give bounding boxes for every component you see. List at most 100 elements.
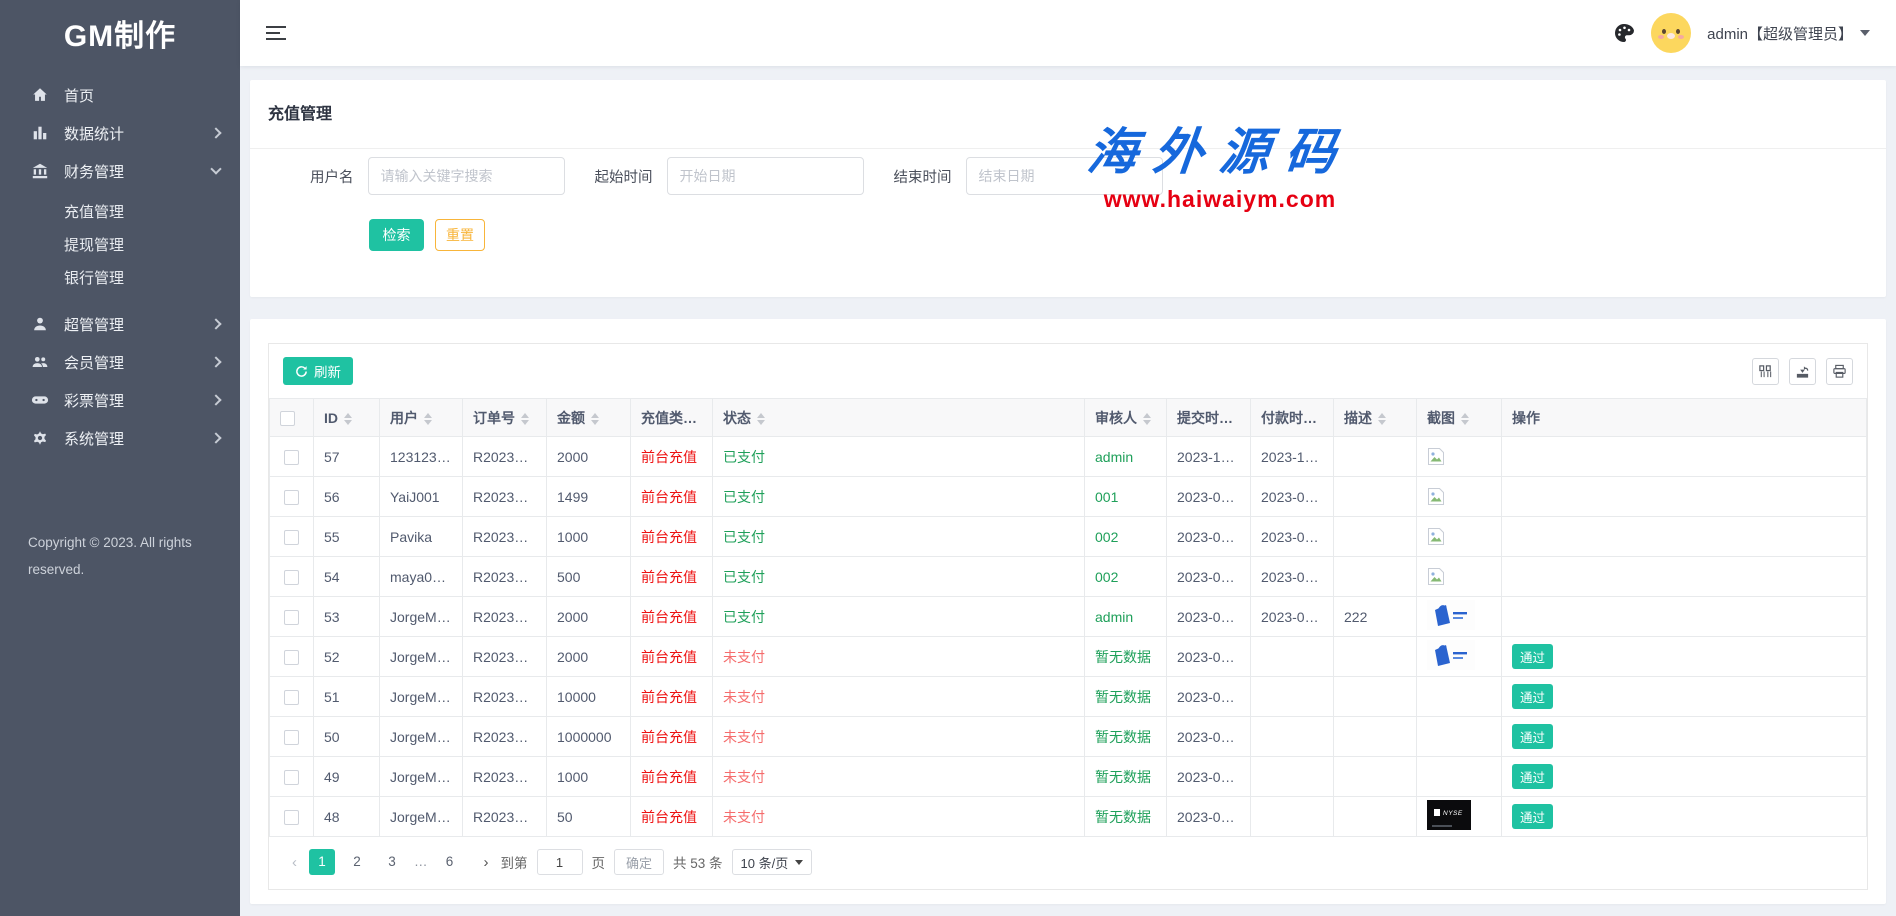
type-cell: 前台充值 [631, 557, 713, 597]
reset-button[interactable]: 重置 [435, 219, 485, 251]
desc-cell [1334, 717, 1417, 757]
auditor-cell: 暂无数据 [1085, 677, 1167, 717]
row-checkbox[interactable] [284, 770, 299, 785]
submit-time-cell: 2023-06-24 2... [1167, 797, 1251, 837]
export-button[interactable] [1789, 358, 1816, 385]
pay-time-cell: 2023-06-29 2... [1251, 517, 1334, 557]
username-input[interactable] [368, 157, 565, 195]
next-page-button[interactable]: › [481, 854, 492, 871]
sort-icon[interactable] [344, 413, 352, 425]
screenshot-thumbnail[interactable]: NYSE [1427, 800, 1471, 830]
search-button[interactable]: 检索 [369, 219, 424, 251]
goto-label: 到第 [501, 852, 528, 872]
column-header[interactable]: 描述 [1334, 399, 1417, 437]
column-header[interactable]: 状态 [713, 399, 1085, 437]
goto-confirm-button[interactable]: 确定 [614, 849, 664, 875]
pay-time-cell [1251, 757, 1334, 797]
approve-button[interactable]: 通过 [1512, 724, 1553, 749]
id-cell: 50 [314, 717, 380, 757]
column-header[interactable]: 付款时间 [1251, 399, 1334, 437]
sidebar-item-members[interactable]: 会员管理 [0, 343, 240, 381]
sort-icon[interactable] [591, 413, 599, 425]
sort-icon[interactable] [1323, 413, 1331, 425]
checkbox-cell [270, 517, 314, 557]
prev-page-button[interactable]: ‹ [289, 854, 300, 871]
menu-toggle-icon[interactable] [266, 22, 286, 44]
page-number-button[interactable]: 2 [344, 849, 370, 875]
page-unit-label: 页 [592, 852, 606, 872]
print-button[interactable] [1826, 358, 1853, 385]
theme-palette-icon[interactable] [1613, 22, 1635, 44]
caret-down-icon [795, 860, 803, 865]
row-checkbox[interactable] [284, 530, 299, 545]
start-date-input[interactable] [667, 157, 864, 195]
approve-button[interactable]: 通过 [1512, 644, 1553, 669]
row-checkbox[interactable] [284, 570, 299, 585]
table-row: 50JorgeMophosR202306250...1000000前台充值未支付… [270, 717, 1867, 757]
sort-icon[interactable] [1461, 413, 1469, 425]
column-header[interactable]: 截图 [1417, 399, 1502, 437]
row-checkbox[interactable] [284, 610, 299, 625]
action-cell [1502, 437, 1867, 477]
status-cell: 未支付 [713, 797, 1085, 837]
pay-time-cell [1251, 637, 1334, 677]
column-header[interactable]: 审核人 [1085, 399, 1167, 437]
refresh-button[interactable]: 刷新 [283, 357, 353, 385]
row-checkbox[interactable] [284, 450, 299, 465]
checkbox-cell [270, 437, 314, 477]
amount-cell: 1499 [547, 477, 631, 517]
sort-icon[interactable] [1378, 413, 1386, 425]
submit-time-cell: 2023-06-25 0... [1167, 597, 1251, 637]
approve-button[interactable]: 通过 [1512, 684, 1553, 709]
sort-icon[interactable] [424, 413, 432, 425]
column-header[interactable]: 金额 [547, 399, 631, 437]
sidebar-item-finance[interactable]: 财务管理 [0, 152, 240, 190]
sidebar-item-recharge[interactable]: 充值管理 [0, 196, 240, 229]
page-number-button[interactable]: 1 [309, 849, 335, 875]
user-cell: Pavika [380, 517, 463, 557]
screenshot-thumbnail[interactable] [1427, 640, 1475, 670]
sidebar-item-home[interactable]: 首页 [0, 76, 240, 114]
column-header[interactable]: 订单号 [463, 399, 547, 437]
sidebar-item-lottery[interactable]: 彩票管理 [0, 381, 240, 419]
row-checkbox[interactable] [284, 490, 299, 505]
sort-icon[interactable] [1143, 413, 1151, 425]
pagination-bar: ‹ 123…6 › 到第 页 确定 共 53 条 10 条/页 [269, 837, 1867, 889]
chevron-right-icon [210, 356, 221, 367]
row-checkbox[interactable] [284, 650, 299, 665]
sort-icon[interactable] [757, 413, 765, 425]
column-settings-button[interactable] [1752, 358, 1779, 385]
goto-page-input[interactable] [537, 849, 583, 875]
sidebar-item-bank[interactable]: 银行管理 [0, 262, 240, 295]
screenshot-thumbnail[interactable] [1427, 600, 1475, 630]
page-number-button[interactable]: 6 [437, 849, 463, 875]
approve-button[interactable]: 通过 [1512, 764, 1553, 789]
action-cell [1502, 557, 1867, 597]
column-header[interactable]: ID [314, 399, 380, 437]
sidebar-item-system[interactable]: 系统管理 [0, 419, 240, 457]
select-all-checkbox[interactable] [280, 411, 295, 426]
row-checkbox[interactable] [284, 810, 299, 825]
per-page-select[interactable]: 10 条/页 [732, 849, 813, 875]
type-cell: 前台充值 [631, 797, 713, 837]
column-header[interactable]: 用户 [380, 399, 463, 437]
export-icon [1795, 364, 1810, 379]
sidebar-item-statistics[interactable]: 数据统计 [0, 114, 240, 152]
sidebar-item-withdraw[interactable]: 提现管理 [0, 229, 240, 262]
row-checkbox[interactable] [284, 690, 299, 705]
row-checkbox[interactable] [284, 730, 299, 745]
end-date-input[interactable] [966, 157, 1163, 195]
approve-button[interactable]: 通过 [1512, 804, 1553, 829]
sidebar: GM制作 首页 数据统计 财务管理 充值管理 提现管理 银行管理 [0, 0, 240, 916]
sidebar-item-superadmin[interactable]: 超管管理 [0, 305, 240, 343]
amount-cell: 1000000 [547, 717, 631, 757]
user-menu[interactable]: admin【超级管理员】 [1707, 23, 1870, 44]
column-header[interactable]: 充值类型 [631, 399, 713, 437]
pay-time-cell: 2023-10-11 1... [1251, 437, 1334, 477]
sort-icon[interactable] [703, 413, 711, 425]
page-number-button[interactable]: 3 [379, 849, 405, 875]
user-avatar[interactable] [1651, 13, 1691, 53]
sort-icon[interactable] [1239, 413, 1247, 425]
sort-icon[interactable] [521, 413, 529, 425]
column-header[interactable]: 提交时间 [1167, 399, 1251, 437]
